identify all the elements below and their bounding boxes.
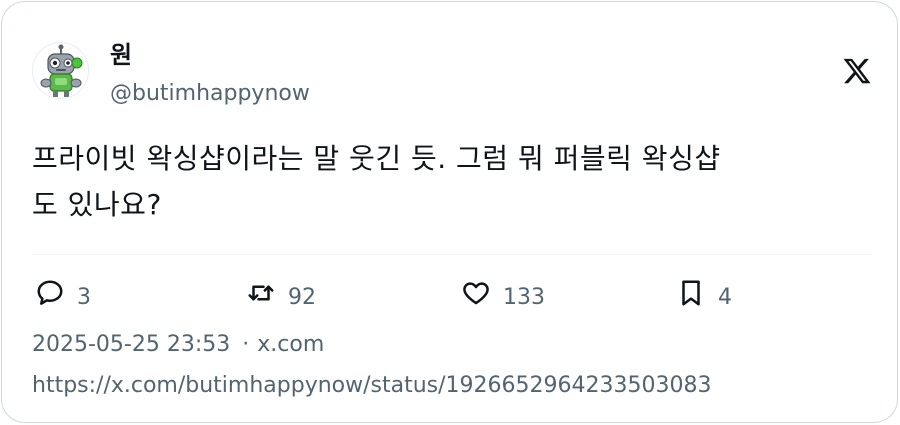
divider: [32, 254, 872, 255]
bookmark-icon: [676, 278, 706, 312]
user-handle[interactable]: @butimhappynow: [110, 80, 310, 108]
retweet-button[interactable]: 92: [246, 278, 316, 312]
bookmark-count: 4: [718, 284, 732, 310]
like-count: 133: [503, 284, 545, 310]
bookmark-button[interactable]: 4: [676, 278, 732, 312]
display-name[interactable]: 원: [110, 40, 132, 70]
avatar[interactable]: [32, 42, 89, 99]
retweet-arrows-icon: [246, 278, 276, 312]
timestamp[interactable]: 2025-05-25 23:53: [32, 332, 230, 357]
tweet-text: 프라이빗 왁싱샵이라는 말 웃긴 듯. 그럼 뭐 퍼블릭 왁싱샵 도 있나요?: [32, 142, 721, 221]
x-logo-icon[interactable]: [842, 56, 872, 86]
retweet-count: 92: [288, 284, 316, 310]
reply-count: 3: [77, 284, 91, 310]
meta-separator: ·: [242, 332, 250, 357]
robot-avatar-icon: [33, 43, 88, 98]
speech-bubble-icon: [35, 278, 65, 312]
heart-icon: [461, 278, 491, 312]
reply-button[interactable]: 3: [35, 278, 91, 312]
source-link[interactable]: x.com: [257, 332, 324, 357]
tweet-meta: 2025-05-25 23:53 · x.com: [32, 330, 324, 360]
tweet-url-link[interactable]: https://x.com/butimhappynow/status/19266…: [32, 371, 712, 401]
like-button[interactable]: 133: [461, 278, 545, 312]
tweet-card: 원 @butimhappynow 프라이빗 왁싱샵이라는 말 웃긴 듯. 그럼 …: [1, 1, 898, 423]
